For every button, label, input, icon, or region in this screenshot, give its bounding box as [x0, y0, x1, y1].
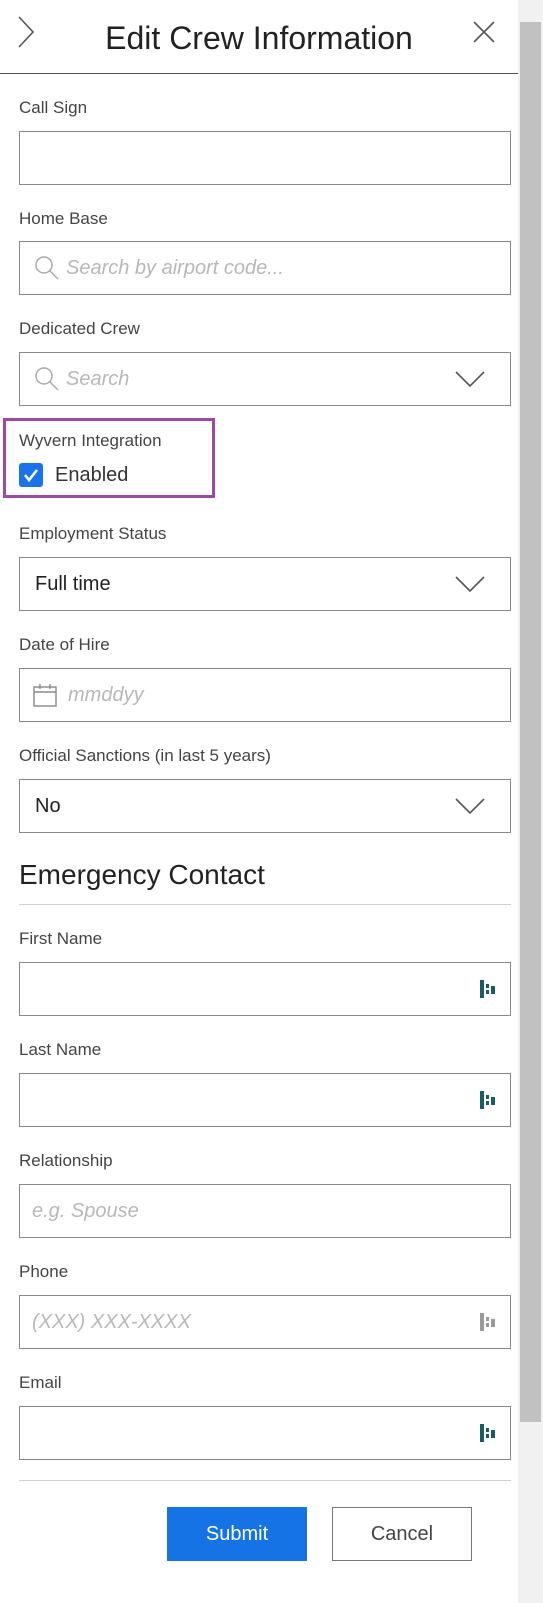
- last-name-field[interactable]: [19, 1073, 511, 1127]
- dedicated-crew-label: Dedicated Crew: [19, 319, 140, 338]
- first-name-label: First Name: [19, 929, 103, 948]
- autofill-icon[interactable]: [478, 1088, 498, 1112]
- wyvern-enabled-checkbox[interactable]: [19, 463, 43, 487]
- relationship-field[interactable]: [19, 1184, 511, 1238]
- sanctions-select[interactable]: No: [19, 779, 511, 833]
- date-of-hire-label: Date of Hire: [19, 635, 110, 654]
- edit-crew-panel: Edit Crew Information Call Sign Home Bas…: [0, 0, 518, 1603]
- email-input[interactable]: [32, 1407, 472, 1459]
- last-name-label: Last Name: [19, 1040, 102, 1059]
- employment-status-select[interactable]: Full time: [19, 557, 511, 611]
- dedicated-crew-input[interactable]: [66, 353, 446, 405]
- home-base-label: Home Base: [19, 209, 108, 228]
- relationship-label: Relationship: [19, 1151, 113, 1170]
- close-icon[interactable]: [466, 14, 502, 50]
- emergency-contact-heading: Emergency Contact: [19, 859, 265, 890]
- section-divider: [19, 904, 511, 905]
- date-of-hire-input[interactable]: [68, 669, 493, 721]
- employment-status-value: Full time: [35, 573, 111, 595]
- chevron-down-icon[interactable]: [452, 365, 488, 393]
- home-base-field[interactable]: [19, 241, 511, 295]
- call-sign-input[interactable]: [32, 132, 497, 184]
- calendar-icon[interactable]: [32, 682, 58, 708]
- autofill-icon[interactable]: [478, 1310, 498, 1334]
- page-title: Edit Crew Information: [105, 20, 413, 56]
- first-name-input[interactable]: [32, 963, 472, 1015]
- sanctions-value: No: [35, 795, 61, 817]
- first-name-field[interactable]: [19, 962, 511, 1016]
- chevron-down-icon[interactable]: [452, 570, 488, 598]
- autofill-icon[interactable]: [478, 977, 498, 1001]
- search-icon: [34, 255, 60, 281]
- phone-field[interactable]: [19, 1295, 511, 1349]
- call-sign-label: Call Sign: [19, 98, 88, 117]
- autofill-icon[interactable]: [478, 1421, 498, 1445]
- email-label: Email: [19, 1373, 62, 1392]
- last-name-input[interactable]: [32, 1074, 472, 1126]
- email-field[interactable]: [19, 1406, 511, 1460]
- relationship-input[interactable]: [32, 1185, 497, 1237]
- phone-label: Phone: [19, 1262, 69, 1281]
- employment-status-label: Employment Status: [19, 524, 167, 543]
- home-base-input[interactable]: [66, 242, 496, 294]
- date-of-hire-field[interactable]: [19, 668, 511, 722]
- call-sign-field[interactable]: [19, 131, 511, 185]
- footer-divider: [19, 1480, 511, 1481]
- checkmark-icon: [23, 469, 39, 483]
- submit-button[interactable]: Submit: [167, 1507, 307, 1561]
- search-icon: [34, 366, 60, 392]
- wyvern-label: Wyvern Integration: [19, 431, 162, 450]
- phone-input[interactable]: [32, 1296, 472, 1348]
- scrollbar-thumb[interactable]: [520, 22, 541, 1422]
- panel-header: Edit Crew Information: [0, 0, 518, 74]
- cancel-button[interactable]: Cancel: [332, 1507, 472, 1561]
- chevron-down-icon[interactable]: [452, 792, 488, 820]
- wyvern-enabled-label[interactable]: Enabled: [55, 463, 128, 487]
- sanctions-label: Official Sanctions (in last 5 years): [19, 746, 271, 765]
- dedicated-crew-select[interactable]: [19, 352, 511, 406]
